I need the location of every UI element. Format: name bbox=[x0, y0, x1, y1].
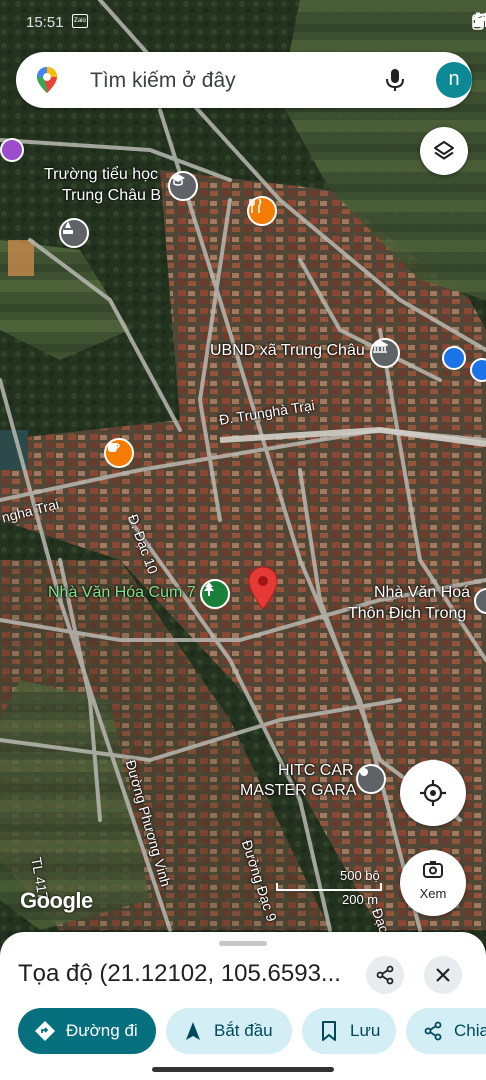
close-icon bbox=[436, 968, 450, 982]
start-label: Bắt đầu bbox=[214, 1021, 273, 1040]
place-bottom-sheet[interactable]: Tọa độ (21.12102, 105.6593... Đường đi B… bbox=[0, 932, 486, 1080]
satellite-map[interactable]: 15:51 Zalo Trường tiểu học Trung Châu B … bbox=[0, 0, 486, 1080]
park-icon[interactable] bbox=[200, 579, 230, 609]
directions-button[interactable]: Đường đi bbox=[18, 1008, 156, 1054]
restaurant-icon[interactable] bbox=[247, 196, 277, 226]
layers-button[interactable] bbox=[420, 127, 468, 175]
street-view-label: Xem bbox=[419, 886, 447, 901]
map-scale: 500 bộ 200 m bbox=[276, 866, 386, 910]
action-chips: Đường đi Bắt đầu Lưu Chia bbox=[18, 1008, 486, 1056]
scale-bar bbox=[276, 883, 382, 891]
microphone-icon[interactable] bbox=[382, 67, 408, 93]
nha-van-hoa-thon-label-line2[interactable]: Thôn Địch Trong bbox=[348, 605, 466, 623]
share-chip-button[interactable]: Chia bbox=[406, 1008, 486, 1054]
battery-icon bbox=[472, 12, 484, 30]
monument-icon[interactable] bbox=[59, 218, 89, 248]
hitc-label-line1[interactable]: HITC CAR bbox=[278, 762, 354, 780]
status-time: 15:51 bbox=[26, 14, 64, 31]
satellite-imagery bbox=[0, 0, 486, 1080]
directions-icon bbox=[35, 1021, 55, 1041]
share-icon bbox=[376, 965, 394, 985]
close-button[interactable] bbox=[424, 956, 462, 994]
street-view-button[interactable]: Xem bbox=[400, 850, 466, 916]
bookmark-icon bbox=[322, 1021, 336, 1041]
zalo-notification-icon: Zalo bbox=[72, 14, 88, 28]
share-icon bbox=[424, 1021, 442, 1041]
start-button[interactable]: Bắt đầu bbox=[166, 1008, 292, 1054]
share-chip-label: Chia bbox=[454, 1021, 486, 1040]
maps-logo-icon bbox=[37, 67, 57, 93]
search-placeholder[interactable]: Tìm kiếm ở đây bbox=[90, 69, 236, 93]
red-location-pin[interactable] bbox=[248, 566, 278, 610]
status-bar: 15:51 Zalo bbox=[0, 0, 486, 48]
shopping-icon[interactable] bbox=[0, 138, 24, 162]
save-button[interactable]: Lưu bbox=[302, 1008, 396, 1054]
my-location-button[interactable] bbox=[400, 760, 466, 826]
cafe-icon[interactable] bbox=[104, 438, 134, 468]
school-icon[interactable] bbox=[168, 171, 198, 201]
camera-rotate-icon bbox=[423, 861, 443, 878]
crosshair-icon bbox=[420, 780, 446, 806]
school-label-line1[interactable]: Trường tiểu học bbox=[44, 166, 158, 184]
gesture-nav-bar[interactable] bbox=[152, 1067, 334, 1072]
nha-van-hoa-cum7-label[interactable]: Nhà Văn Hóa Cụm 7 bbox=[48, 584, 196, 602]
save-label: Lưu bbox=[350, 1021, 381, 1040]
bus-stop-icon[interactable] bbox=[442, 346, 466, 370]
coordinates-title: Tọa độ (21.12102, 105.6593... bbox=[18, 960, 341, 987]
drag-handle[interactable] bbox=[219, 941, 267, 946]
car-garage-icon[interactable] bbox=[356, 764, 386, 794]
government-icon[interactable] bbox=[370, 338, 400, 368]
ubnd-label[interactable]: UBND xã Trung Châu bbox=[210, 342, 365, 360]
hitc-label-line2[interactable]: MASTER GARA bbox=[240, 782, 356, 800]
scale-bottom-label: 200 m bbox=[342, 892, 379, 907]
school-label-line2[interactable]: Trung Châu B bbox=[62, 187, 161, 205]
navigation-icon bbox=[186, 1022, 200, 1040]
share-button[interactable] bbox=[366, 956, 404, 994]
layers-icon bbox=[434, 141, 454, 160]
nha-van-hoa-thon-label-line1[interactable]: Nhà Văn Hoá bbox=[374, 584, 470, 602]
directions-label: Đường đi bbox=[66, 1021, 138, 1040]
search-bar[interactable]: Tìm kiếm ở đây n bbox=[16, 52, 472, 108]
scale-top-label: 500 bộ bbox=[340, 868, 380, 883]
google-logo: Google bbox=[20, 888, 93, 913]
account-avatar[interactable]: n bbox=[436, 62, 472, 98]
